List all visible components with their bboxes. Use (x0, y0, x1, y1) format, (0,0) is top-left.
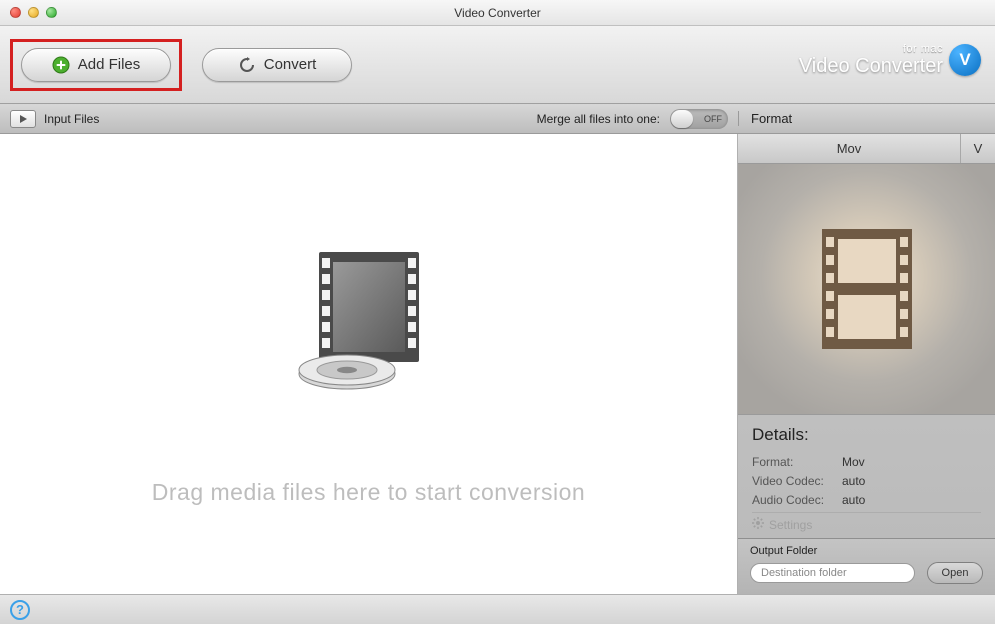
add-files-highlight: Add Files (10, 39, 182, 91)
help-button[interactable]: ? (10, 600, 30, 620)
titlebar: Video Converter (0, 0, 995, 26)
detail-audio-codec-label: Audio Codec: (752, 493, 836, 507)
settings-label: Settings (769, 518, 812, 532)
close-window-button[interactable] (10, 7, 21, 18)
branding: for mac Video Converter V (799, 44, 981, 77)
open-label: Open (942, 567, 969, 579)
drop-hint-text: Drag media files here to start conversio… (152, 479, 585, 506)
detail-format: Format: Mov (752, 455, 981, 469)
window-title: Video Converter (0, 6, 995, 20)
help-icon: ? (16, 602, 24, 617)
details-heading: Details: (752, 425, 981, 445)
detail-format-label: Format: (752, 455, 836, 469)
settings-button[interactable]: Settings (752, 512, 981, 532)
format-tab-v[interactable]: V (961, 134, 995, 163)
detail-audio-codec-value: auto (842, 493, 865, 507)
format-section-label: Format (751, 111, 792, 126)
detail-video-codec-label: Video Codec: (752, 474, 836, 488)
format-panel: Mov V Details: Format: Mov Video Codec: (738, 134, 995, 594)
branding-subtitle: for mac (799, 44, 943, 56)
filmstrip-icon (822, 229, 912, 349)
merge-label: Merge all files into one: (537, 112, 660, 126)
format-tabs: Mov V (738, 134, 995, 164)
plus-icon (52, 56, 70, 74)
input-files-label: Input Files (44, 112, 99, 126)
open-folder-button[interactable]: Open (927, 562, 983, 584)
convert-label: Convert (264, 56, 317, 73)
output-folder-label: Output Folder (750, 545, 983, 557)
destination-placeholder: Destination folder (761, 567, 847, 579)
play-icon (18, 114, 28, 124)
destination-folder-field[interactable]: Destination folder (750, 563, 915, 583)
footer: ? (0, 594, 995, 624)
refresh-icon (238, 56, 256, 74)
details-section: Details: Format: Mov Video Codec: auto A… (738, 414, 995, 538)
gear-icon (752, 517, 764, 532)
convert-button[interactable]: Convert (202, 48, 352, 82)
detail-video-codec-value: auto (842, 474, 865, 488)
merge-toggle[interactable]: OFF (670, 109, 728, 129)
drop-zone[interactable]: Drag media files here to start conversio… (0, 134, 738, 594)
detail-format-value: Mov (842, 455, 865, 469)
logo-icon: V (949, 44, 981, 76)
minimize-window-button[interactable] (28, 7, 39, 18)
branding-title: Video Converter (799, 56, 943, 77)
detail-audio-codec: Audio Codec: auto (752, 493, 981, 507)
window-controls (10, 7, 57, 18)
body: Drag media files here to start conversio… (0, 134, 995, 594)
toggle-knob (671, 110, 693, 128)
input-files-chip[interactable] (10, 110, 36, 128)
format-preview (738, 164, 995, 414)
merge-toggle-state: OFF (704, 114, 722, 124)
main-toolbar: Add Files Convert for mac Video Converte… (0, 26, 995, 104)
zoom-window-button[interactable] (46, 7, 57, 18)
format-tab-mov[interactable]: Mov (738, 134, 961, 163)
output-section: Output Folder Destination folder Open (738, 538, 995, 594)
add-files-button[interactable]: Add Files (21, 48, 171, 82)
add-files-label: Add Files (78, 56, 141, 73)
film-illustration-icon (289, 246, 449, 409)
sub-toolbar: Input Files Merge all files into one: OF… (0, 104, 995, 134)
detail-video-codec: Video Codec: auto (752, 474, 981, 488)
